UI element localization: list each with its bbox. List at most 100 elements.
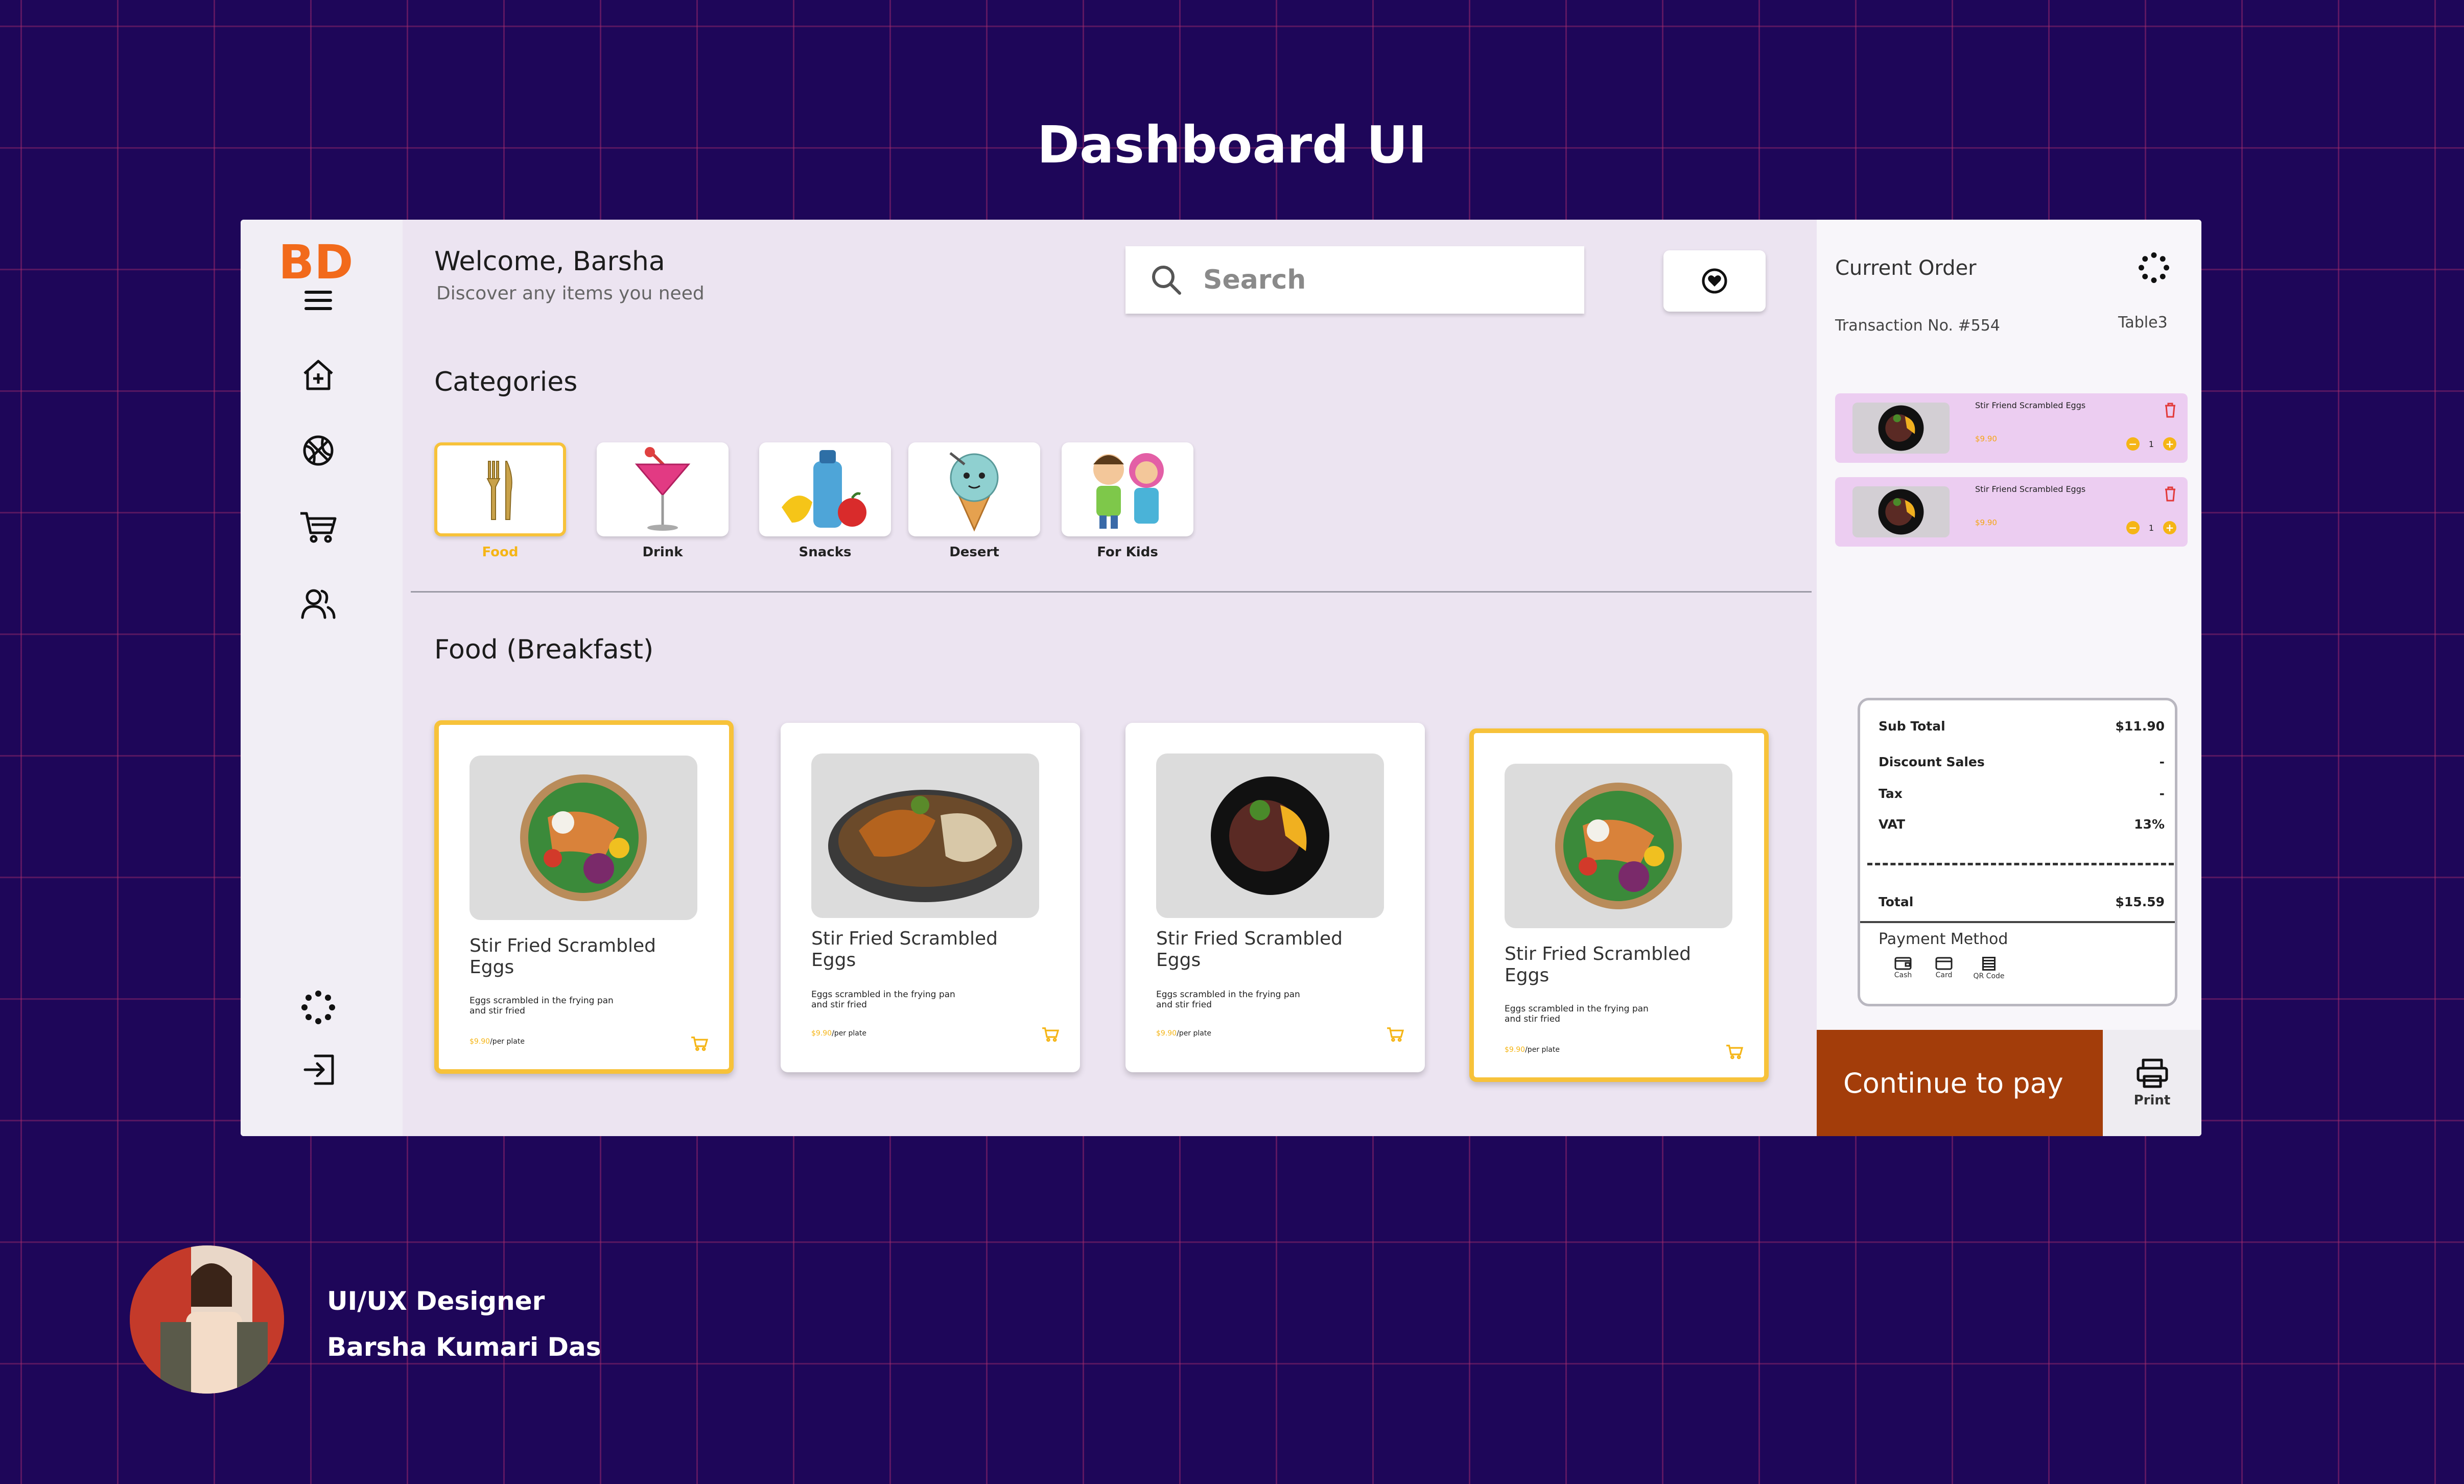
- nav-settings[interactable]: [292, 981, 345, 1034]
- salad-bowl-image: [1555, 783, 1682, 909]
- decrease-button[interactable]: −: [2126, 521, 2140, 534]
- snacks-icon: [782, 450, 866, 528]
- payment-qr-code[interactable]: QR Code: [1968, 956, 2009, 980]
- order-item-name: Stir Friend Scrambled Eggs: [1975, 484, 2086, 494]
- loading-dots-icon: [2139, 252, 2169, 283]
- qr-code-icon: [1982, 957, 1996, 971]
- price-value: $9.90: [1156, 1029, 1177, 1038]
- designer-photo: [130, 1245, 284, 1394]
- payment-cash-label: Cash: [1894, 971, 1912, 979]
- order-summary: Sub Total $11.90 Discount Sales - Tax - VAT…: [1858, 698, 2177, 1006]
- food-description: Eggs scrambled in the frying pan and sti…: [470, 996, 614, 1016]
- table-number: Table3: [2118, 314, 2168, 332]
- vat-label: VAT: [1879, 817, 1906, 832]
- cart-icon: [1042, 1027, 1059, 1042]
- nav-users[interactable]: [292, 577, 345, 630]
- salad-bowl-image: [520, 774, 647, 901]
- food-card[interactable]: Stir Fried Scrambled Eggs Eggs scrambled…: [1469, 728, 1769, 1082]
- category-snacks[interactable]: [759, 442, 891, 536]
- category-drink[interactable]: [597, 442, 729, 536]
- steak-plate-image: [1211, 776, 1329, 895]
- decrease-button[interactable]: −: [2126, 437, 2140, 451]
- increase-button[interactable]: +: [2163, 521, 2176, 534]
- price-value: $9.90: [1505, 1046, 1526, 1054]
- food-card[interactable]: Stir Fried Scrambled Eggs Eggs scrambled…: [1125, 723, 1425, 1072]
- category-label-food: Food: [482, 545, 519, 560]
- categories-title: Categories: [434, 367, 578, 397]
- vat-row: VAT 13%: [1879, 817, 2165, 832]
- order-options-button[interactable]: [2139, 252, 2169, 285]
- food-card[interactable]: Stir Fried Scrambled Eggs Eggs scrambled…: [781, 723, 1080, 1072]
- payment-card[interactable]: Card: [1923, 956, 1964, 979]
- food-price: $9.90/per plate: [1505, 1046, 1560, 1054]
- total-row: Total $15.59: [1879, 894, 2165, 909]
- increase-button[interactable]: +: [2163, 437, 2176, 451]
- cart-icon: [1726, 1045, 1743, 1059]
- category-for-kids[interactable]: [1062, 442, 1193, 536]
- search-placeholder: Search: [1203, 265, 1306, 295]
- add-to-cart-button[interactable]: [689, 1033, 710, 1054]
- cocktail-icon: [635, 447, 691, 531]
- price-unit: /per plate: [832, 1029, 866, 1038]
- basketball-icon: [303, 435, 334, 466]
- card-icon: [1935, 957, 1953, 970]
- continue-to-pay-button[interactable]: Continue to pay: [1817, 1030, 2103, 1136]
- logout-icon: [303, 1054, 334, 1085]
- users-icon: [301, 589, 336, 619]
- category-food[interactable]: [434, 442, 566, 536]
- add-to-cart-button[interactable]: [1724, 1042, 1745, 1062]
- steak-plate-image: [1878, 405, 1924, 451]
- subtotal-row: Sub Total $11.90: [1879, 719, 2165, 734]
- food-name: Stir Fried Scrambled Eggs: [1505, 944, 1691, 986]
- food-description: Eggs scrambled in the frying pan and sti…: [811, 990, 955, 1010]
- add-to-cart-button[interactable]: [1040, 1024, 1061, 1045]
- price-unit: /per plate: [490, 1038, 525, 1046]
- welcome-subtitle: Discover any items you need: [436, 283, 705, 304]
- payment-cash[interactable]: Cash: [1883, 956, 1923, 979]
- settings-icon: [301, 991, 335, 1024]
- food-image: [470, 756, 697, 920]
- order-item: Stir Friend Scrambled Eggs $9.90 − 1 +: [1835, 477, 2188, 547]
- ice-cream-icon: [949, 452, 999, 532]
- fork-knife-icon: [486, 461, 512, 520]
- designer-role: UI/UX Designer: [327, 1286, 545, 1316]
- print-button[interactable]: Print: [2103, 1030, 2201, 1136]
- delete-item-button[interactable]: [2164, 486, 2176, 504]
- menu-button[interactable]: [292, 274, 345, 327]
- food-description: Eggs scrambled in the frying pan and sti…: [1505, 1004, 1649, 1024]
- category-desert[interactable]: [908, 442, 1040, 536]
- kids-icon: [1093, 453, 1164, 529]
- nav-logout[interactable]: [293, 1043, 346, 1096]
- search-input[interactable]: Search: [1125, 246, 1584, 314]
- tax-row: Tax -: [1879, 786, 2165, 801]
- cart-icon: [1387, 1027, 1404, 1042]
- section-divider: [411, 591, 1812, 593]
- price-unit: /per plate: [1525, 1046, 1560, 1054]
- delete-item-button[interactable]: [2164, 403, 2176, 420]
- page-title: Dashboard UI: [1037, 115, 1427, 175]
- food-image: [1156, 753, 1384, 918]
- favorites-button[interactable]: [1663, 250, 1766, 312]
- discount-value: -: [2159, 755, 2165, 769]
- trash-icon: [2165, 486, 2175, 502]
- order-item-price: $9.90: [1975, 518, 1997, 527]
- order-item-name: Stir Friend Scrambled Eggs: [1975, 401, 2086, 410]
- current-order-title: Current Order: [1835, 256, 1977, 280]
- dashed-divider: [1867, 863, 2174, 865]
- nav-home[interactable]: [292, 348, 345, 402]
- add-to-cart-button[interactable]: [1385, 1024, 1405, 1045]
- food-description: Eggs scrambled in the frying pan and sti…: [1156, 990, 1300, 1010]
- search-icon: [1152, 266, 1181, 295]
- order-item: Stir Friend Scrambled Eggs $9.90 − 1 +: [1835, 393, 2188, 463]
- order-panel: Current Order Transaction No. #554 Table…: [1817, 220, 2201, 1136]
- print-label: Print: [2133, 1093, 2171, 1108]
- discount-row: Discount Sales -: [1879, 755, 2165, 769]
- food-card[interactable]: Stir Fried Scrambled Eggs Eggs scrambled…: [434, 720, 734, 1074]
- order-item-image: [1852, 486, 1950, 537]
- category-label-drink: Drink: [642, 545, 683, 560]
- quantity-value: 1: [2148, 439, 2154, 449]
- nav-cart[interactable]: [292, 501, 345, 554]
- nav-basketball[interactable]: [292, 424, 345, 477]
- welcome-text: Welcome, Barsha: [434, 246, 665, 277]
- home-icon: [303, 360, 333, 390]
